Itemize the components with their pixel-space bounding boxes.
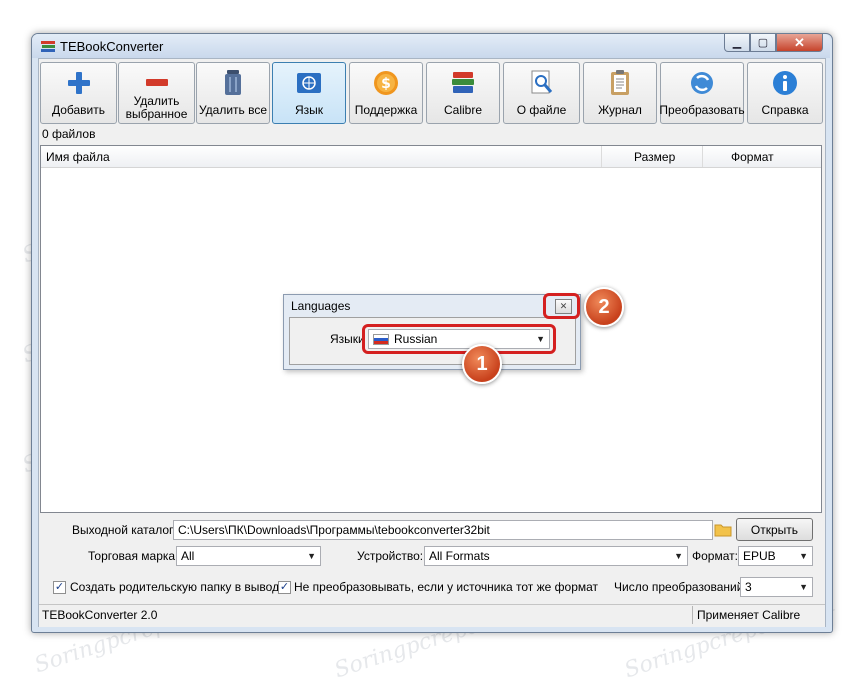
window-title: TEBookConverter <box>60 39 164 54</box>
conversions-label: Число преобразований: <box>614 580 747 594</box>
column-divider[interactable] <box>601 146 602 167</box>
conversions-select-value: 3 <box>745 580 752 594</box>
conversions-select[interactable]: 3 ▼ <box>740 577 813 597</box>
globe-flag-icon <box>295 69 323 97</box>
convert-arrows-icon <box>688 69 716 97</box>
create-parent-checkbox[interactable]: ✓ <box>53 581 66 594</box>
column-header-name[interactable]: Имя файла <box>46 150 110 164</box>
column-header-format[interactable]: Формат <box>731 150 774 164</box>
remove-minus-icon <box>143 69 171 95</box>
file-list-header <box>41 146 821 168</box>
step-badge-1: 1 <box>462 344 502 384</box>
remove-selected-button[interactable]: Удалить выбранное <box>118 62 195 124</box>
close-window-button[interactable]: ✕ <box>776 34 823 52</box>
close-icon: ✕ <box>794 34 805 50</box>
highlight-language-select <box>362 324 556 354</box>
format-select[interactable]: EPUB ▼ <box>738 546 813 566</box>
help-label: Справка <box>761 103 809 117</box>
device-select-value: All Formats <box>429 549 490 563</box>
no-convert-same-checkbox[interactable]: ✓ <box>278 581 291 594</box>
brand-select-value: All <box>181 549 195 563</box>
chevron-down-icon: ▼ <box>307 551 316 561</box>
minimize-button[interactable]: ▁ <box>724 34 750 52</box>
trash-icon <box>219 69 247 97</box>
file-info-button[interactable]: О файле <box>503 62 580 124</box>
status-divider <box>692 606 693 624</box>
device-select[interactable]: All Formats ▼ <box>424 546 688 566</box>
language-button[interactable]: Язык <box>272 62 346 124</box>
remove-selected-label: Удалить выбранное <box>126 95 188 121</box>
add-label: Добавить <box>51 103 106 117</box>
highlight-close-button <box>543 293 580 319</box>
status-version: TEBookConverter 2.0 <box>42 608 158 622</box>
files-count: 0 файлов <box>42 127 96 141</box>
step-badge-2: 2 <box>584 287 624 327</box>
output-dir-label: Выходной каталог: <box>72 523 177 537</box>
maximize-icon: ▢ <box>757 37 769 49</box>
dialog-title: Languages <box>291 299 351 313</box>
open-button[interactable]: Открыть <box>736 518 813 541</box>
info-icon <box>771 69 799 97</box>
output-dir-field[interactable]: C:\Users\ПК\Downloads\Программы\tebookco… <box>173 520 713 540</box>
languages-label: Языки <box>330 332 365 346</box>
chevron-down-icon: ▼ <box>674 551 683 561</box>
remove-all-button[interactable]: Удалить все <box>196 62 270 124</box>
convert-button[interactable]: Преобразовать <box>659 62 745 124</box>
format-label: Формат: <box>692 549 738 563</box>
folder-icon[interactable] <box>714 520 732 538</box>
add-button[interactable]: Добавить <box>40 62 117 124</box>
log-button[interactable]: Журнал <box>583 62 657 124</box>
create-parent-label: Создать родительскую папку в выводе <box>70 580 286 594</box>
remove-selected-label-line2: выбранное <box>125 107 188 121</box>
brand-label: Торговая марка: <box>88 549 179 563</box>
chevron-down-icon: ▼ <box>799 551 808 561</box>
language-label: Язык <box>294 103 324 117</box>
help-button[interactable]: Справка <box>747 62 823 124</box>
svg-text:$: $ <box>381 76 391 92</box>
calibre-label: Calibre <box>443 103 482 117</box>
books-icon <box>449 69 477 97</box>
dollar-coin-icon: $ <box>372 69 400 97</box>
column-divider[interactable] <box>702 146 703 167</box>
support-label: Поддержка <box>354 103 418 117</box>
log-label: Журнал <box>598 103 642 117</box>
no-convert-same-label: Не преобразовывать, если у источника тот… <box>294 580 599 594</box>
chevron-down-icon: ▼ <box>799 582 808 592</box>
format-select-value: EPUB <box>743 549 776 563</box>
file-info-label: О файле <box>516 103 567 117</box>
maximize-button[interactable]: ▢ <box>750 34 776 52</box>
support-button[interactable]: $ Поддержка <box>349 62 423 124</box>
remove-all-label: Удалить все <box>198 103 268 117</box>
convert-label: Преобразовать <box>659 103 745 117</box>
status-engine: Применяет Calibre <box>697 608 801 622</box>
app-books-icon[interactable] <box>40 38 56 54</box>
brand-select[interactable]: All ▼ <box>176 546 321 566</box>
clipboard-icon <box>606 69 634 97</box>
minimize-icon: ▁ <box>732 37 742 49</box>
device-label: Устройство: <box>357 549 424 563</box>
magnifier-icon <box>528 69 556 97</box>
column-header-size[interactable]: Размер <box>634 150 675 164</box>
calibre-button[interactable]: Calibre <box>426 62 500 124</box>
add-plus-icon <box>65 69 93 97</box>
